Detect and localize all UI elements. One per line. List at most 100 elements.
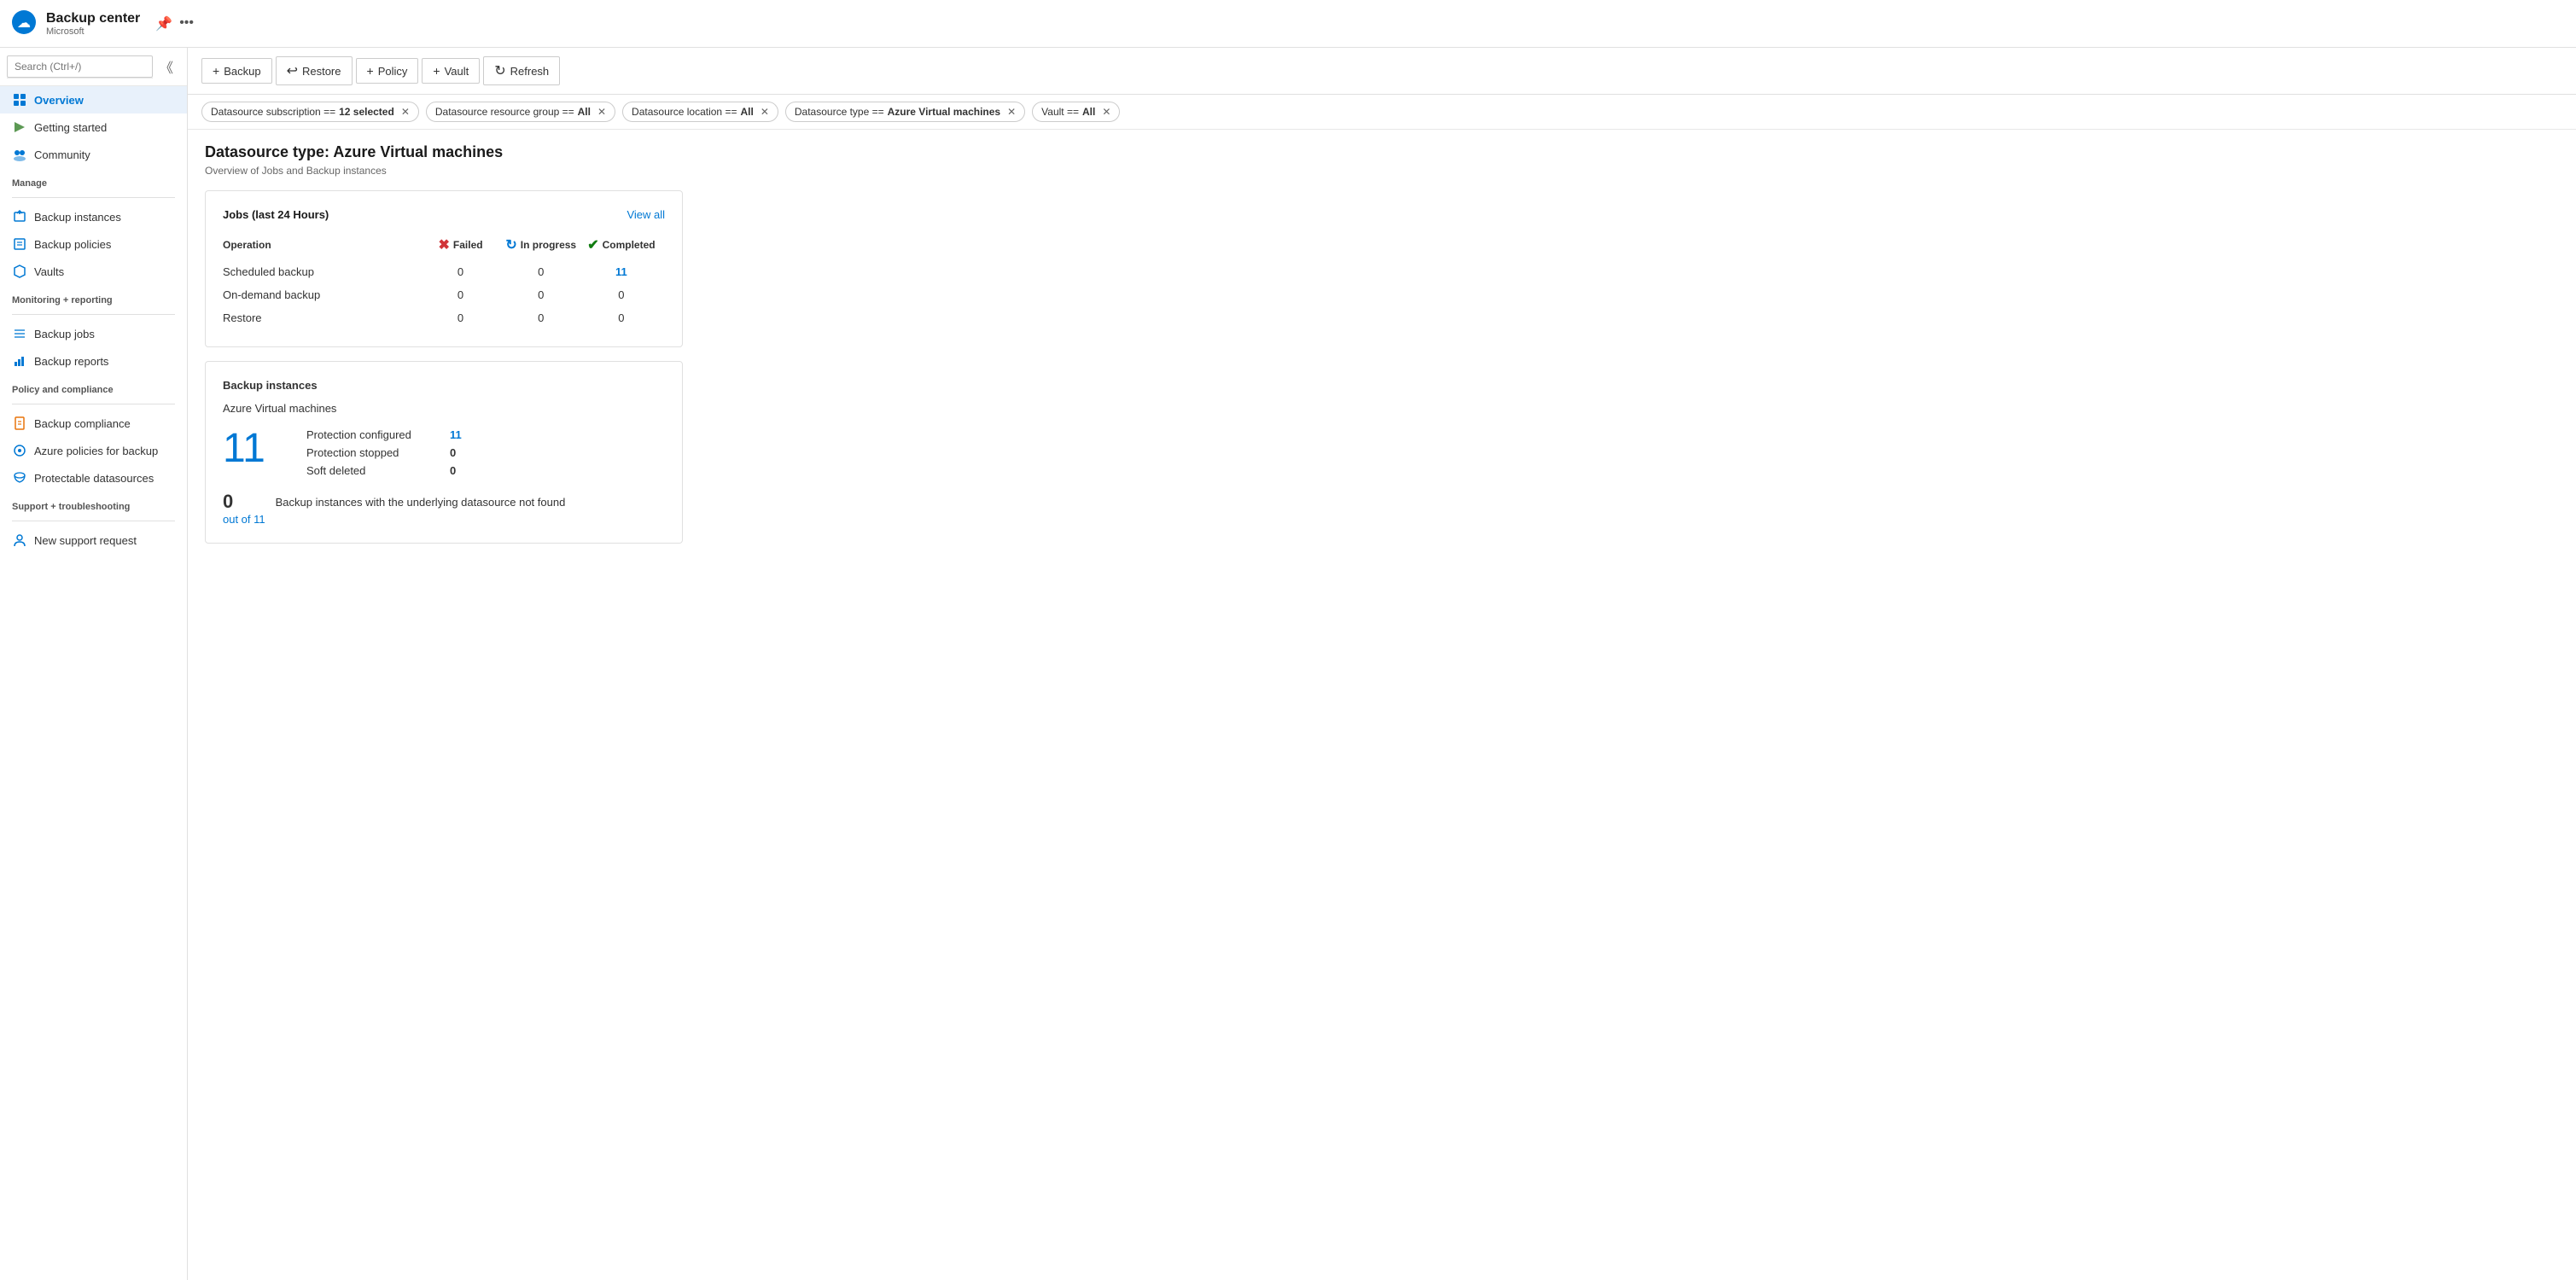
sidebar-item-vaults[interactable]: Vaults bbox=[0, 258, 187, 285]
overview-icon bbox=[12, 92, 27, 108]
page-title: Datasource type: Azure Virtual machines bbox=[205, 143, 2559, 161]
sidebar-item-backup-policies[interactable]: Backup policies bbox=[0, 230, 187, 258]
stat-protection-configured-val[interactable]: 11 bbox=[450, 428, 462, 441]
bi-content: 11 Protection configured 11 Protection s… bbox=[223, 428, 665, 477]
community-icon bbox=[12, 147, 27, 162]
sidebar-item-backup-compliance[interactable]: Backup compliance bbox=[0, 410, 187, 437]
backup-reports-icon bbox=[12, 353, 27, 369]
stat-protection-configured-label: Protection configured bbox=[306, 428, 443, 441]
svg-text:☁: ☁ bbox=[17, 16, 31, 31]
sidebar-item-azure-policies[interactable]: Azure policies for backup bbox=[0, 437, 187, 464]
stat-soft-deleted-label: Soft deleted bbox=[306, 464, 443, 477]
filter-close-icon[interactable]: ✕ bbox=[1007, 106, 1016, 118]
more-icon[interactable]: ••• bbox=[179, 15, 194, 32]
sidebar-item-backup-jobs[interactable]: Backup jobs bbox=[0, 320, 187, 347]
row-restore-inprogress: 0 bbox=[504, 306, 585, 329]
page-subtitle: Overview of Jobs and Backup instances bbox=[205, 165, 2559, 177]
toolbar: + Backup ↩ Restore + Policy + Vault ↻ Re… bbox=[188, 48, 2576, 95]
col-failed-header: ✖ Failed bbox=[423, 233, 504, 260]
sidebar-item-overview[interactable]: Overview bbox=[0, 86, 187, 113]
bi-footer: 0 out of 11 Backup instances with the un… bbox=[223, 491, 665, 526]
stat-soft-deleted-val: 0 bbox=[450, 464, 456, 477]
refresh-button[interactable]: ↻ Refresh bbox=[483, 56, 560, 85]
sidebar-item-azure-policies-label: Azure policies for backup bbox=[34, 445, 158, 457]
sidebar-item-getting-started-label: Getting started bbox=[34, 121, 107, 134]
jobs-card-title: Jobs (last 24 Hours) bbox=[223, 208, 329, 221]
vault-button[interactable]: + Vault bbox=[422, 58, 480, 84]
sidebar-item-backup-instances-label: Backup instances bbox=[34, 211, 121, 224]
collapse-icon[interactable]: 《 bbox=[153, 53, 180, 80]
backup-instances-icon bbox=[12, 209, 27, 224]
completed-icon: ✔ bbox=[587, 236, 598, 253]
sidebar-item-vaults-label: Vaults bbox=[34, 265, 64, 278]
row-scheduled-inprogress: 0 bbox=[504, 260, 585, 283]
app-logo: ☁ bbox=[10, 9, 38, 38]
sidebar-item-backup-policies-label: Backup policies bbox=[34, 238, 111, 251]
search-input[interactable] bbox=[7, 55, 153, 78]
row-restore-operation: Restore bbox=[223, 306, 423, 329]
table-row: Restore 0 0 0 bbox=[223, 306, 665, 329]
sidebar-item-new-support[interactable]: New support request bbox=[0, 527, 187, 554]
restore-icon: ↩ bbox=[287, 62, 298, 79]
col-inprogress-header: ↻ In progress bbox=[504, 233, 585, 260]
policy-plus-icon: + bbox=[367, 64, 374, 78]
filter-close-icon[interactable]: ✕ bbox=[401, 106, 410, 118]
bi-footer-desc: Backup instances with the underlying dat… bbox=[276, 491, 566, 511]
backup-jobs-icon bbox=[12, 326, 27, 341]
sidebar-item-getting-started[interactable]: Getting started bbox=[0, 113, 187, 141]
table-row: On-demand backup 0 0 0 bbox=[223, 283, 665, 306]
bi-stat-row: Soft deleted 0 bbox=[306, 464, 665, 477]
policy-button[interactable]: + Policy bbox=[356, 58, 419, 84]
filter-vault[interactable]: Vault == All ✕ bbox=[1032, 102, 1120, 122]
sidebar-item-backup-instances[interactable]: Backup instances bbox=[0, 203, 187, 230]
col-completed-header: ✔ Completed bbox=[585, 233, 665, 260]
bi-section-title: Backup instances bbox=[223, 379, 665, 392]
sidebar-item-backup-reports[interactable]: Backup reports bbox=[0, 347, 187, 375]
sidebar-item-backup-jobs-label: Backup jobs bbox=[34, 328, 95, 340]
bi-stats: Protection configured 11 Protection stop… bbox=[306, 428, 665, 477]
filter-close-icon[interactable]: ✕ bbox=[597, 106, 606, 118]
view-all-link[interactable]: View all bbox=[627, 208, 665, 221]
bi-footer-number: 0 out of 11 bbox=[223, 491, 265, 526]
row-restore-completed: 0 bbox=[585, 306, 665, 329]
sidebar-item-backup-compliance-label: Backup compliance bbox=[34, 417, 131, 430]
backup-compliance-icon bbox=[12, 416, 27, 431]
pin-icon[interactable]: 📌 bbox=[155, 15, 172, 32]
filter-close-icon[interactable]: ✕ bbox=[761, 106, 769, 118]
backup-policies-icon bbox=[12, 236, 27, 252]
vaults-icon bbox=[12, 264, 27, 279]
page-content: Datasource type: Azure Virtual machines … bbox=[188, 130, 2576, 1280]
filter-resource-group[interactable]: Datasource resource group == All ✕ bbox=[426, 102, 615, 122]
jobs-card-header: Jobs (last 24 Hours) View all bbox=[223, 208, 665, 221]
manage-section-label: Manage bbox=[0, 168, 187, 192]
row-ondemand-operation: On-demand backup bbox=[223, 283, 423, 306]
backup-plus-icon: + bbox=[213, 64, 219, 78]
policy-section-label: Policy and compliance bbox=[0, 375, 187, 399]
stat-protection-stopped-val: 0 bbox=[450, 446, 456, 459]
jobs-table: Operation ✖ Failed ↻ bbox=[223, 233, 665, 329]
col-operation-header: Operation bbox=[223, 233, 423, 260]
backup-button[interactable]: + Backup bbox=[201, 58, 272, 84]
sidebar-item-community[interactable]: Community bbox=[0, 141, 187, 168]
monitoring-section-label: Monitoring + reporting bbox=[0, 285, 187, 309]
row-scheduled-failed: 0 bbox=[423, 260, 504, 283]
filter-location[interactable]: Datasource location == All ✕ bbox=[622, 102, 778, 122]
filter-close-icon[interactable]: ✕ bbox=[1102, 106, 1110, 118]
filters-bar: Datasource subscription == 12 selected ✕… bbox=[188, 95, 2576, 130]
support-section-label: Support + troubleshooting bbox=[0, 492, 187, 515]
bi-stat-row: Protection configured 11 bbox=[306, 428, 665, 441]
bi-stat-row: Protection stopped 0 bbox=[306, 446, 665, 459]
main-content: + Backup ↩ Restore + Policy + Vault ↻ Re… bbox=[188, 48, 2576, 1280]
support-icon bbox=[12, 532, 27, 548]
azure-policies-icon bbox=[12, 443, 27, 458]
top-bar: ☁ Backup center Microsoft 📌 ••• bbox=[0, 0, 2576, 48]
row-scheduled-operation: Scheduled backup bbox=[223, 260, 423, 283]
restore-button[interactable]: ↩ Restore bbox=[276, 56, 353, 85]
manage-divider bbox=[12, 197, 175, 198]
filter-subscription[interactable]: Datasource subscription == 12 selected ✕ bbox=[201, 102, 419, 122]
sidebar-item-protectable-datasources[interactable]: Protectable datasources bbox=[0, 464, 187, 492]
table-row: Scheduled backup 0 0 11 bbox=[223, 260, 665, 283]
filter-type[interactable]: Datasource type == Azure Virtual machine… bbox=[785, 102, 1025, 122]
sidebar-item-new-support-label: New support request bbox=[34, 534, 137, 547]
bi-big-number[interactable]: 11 bbox=[223, 428, 283, 469]
